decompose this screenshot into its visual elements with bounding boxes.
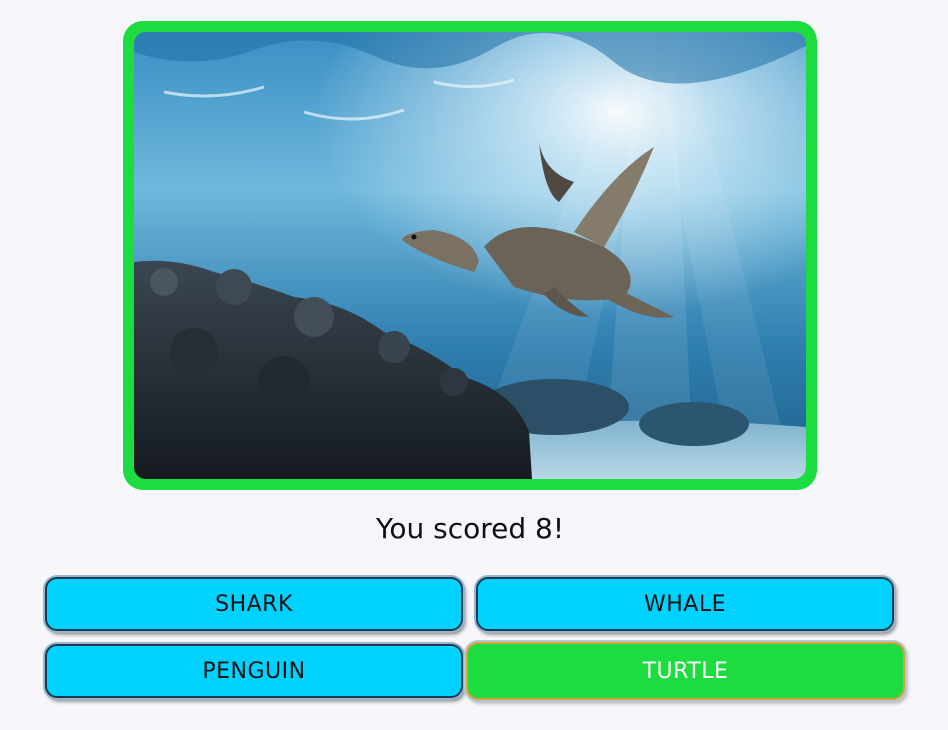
answer-label: WHALE <box>643 591 726 617</box>
answer-button-shark[interactable]: SHARK <box>45 577 463 631</box>
score-text: You scored 8! <box>375 512 565 545</box>
answer-button-penguin[interactable]: PENGUIN <box>45 644 463 698</box>
photo-frame <box>123 21 817 490</box>
quiz-screen: You scored 8! SHARK WHALE PENGUIN TURTLE <box>0 0 948 730</box>
quiz-photo <box>134 32 806 479</box>
answer-button-turtle[interactable]: TURTLE <box>466 642 905 700</box>
sea-turtle-photo <box>134 32 806 479</box>
answer-label: TURTLE <box>642 658 729 684</box>
answer-label: PENGUIN <box>202 658 306 684</box>
answer-button-whale[interactable]: WHALE <box>476 577 894 631</box>
answer-label: SHARK <box>215 591 293 617</box>
